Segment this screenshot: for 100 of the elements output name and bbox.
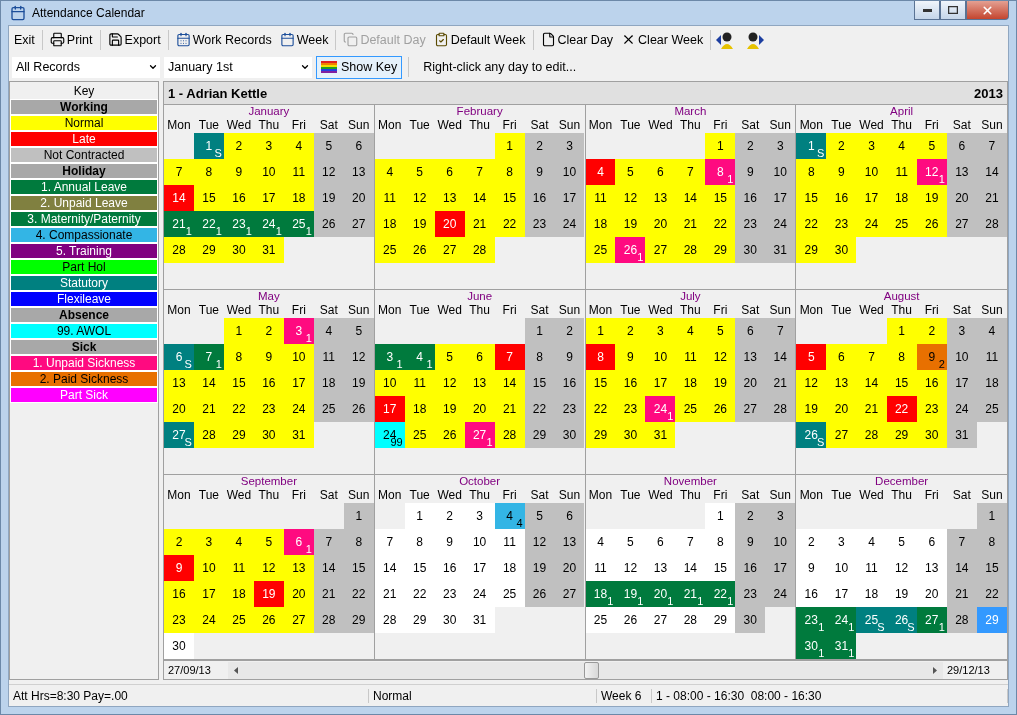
day-cell[interactable]: 4: [313, 318, 344, 344]
day-cell[interactable]: 15: [886, 370, 917, 396]
day-cell[interactable]: 6 1: [283, 529, 314, 555]
day-cell[interactable]: 5: [404, 159, 435, 185]
day-cell[interactable]: 21: [494, 396, 525, 422]
day-cell[interactable]: 5: [916, 133, 947, 159]
day-cell[interactable]: 19: [313, 185, 344, 211]
day-cell[interactable]: 19: [404, 211, 435, 237]
day-cell[interactable]: 27: [645, 237, 676, 263]
close-button[interactable]: [966, 1, 1009, 20]
day-cell[interactable]: 23: [434, 581, 465, 607]
day-cell[interactable]: 271: [916, 607, 947, 633]
day-cell[interactable]: 29: [796, 237, 827, 263]
day-cell[interactable]: 8: [796, 159, 827, 185]
day-cell[interactable]: 30: [164, 633, 194, 659]
day-cell[interactable]: 5: [615, 529, 646, 555]
day-cell[interactable]: 191: [615, 581, 646, 607]
toolbar-button[interactable]: Print: [46, 30, 96, 49]
day-cell[interactable]: 30: [434, 607, 465, 633]
day-cell[interactable]: 12: [253, 555, 284, 581]
day-cell[interactable]: 30: [826, 237, 857, 263]
day-cell[interactable]: 8: [404, 529, 435, 555]
day-cell[interactable]: 2499: [374, 422, 405, 448]
day-cell[interactable]: 17: [253, 185, 284, 211]
day-cell[interactable]: 11: [374, 185, 405, 211]
day-cell[interactable]: 11: [223, 555, 254, 581]
day-cell[interactable]: 14: [976, 159, 1007, 185]
day-cell[interactable]: 22: [886, 396, 917, 422]
day-cell[interactable]: 30: [253, 422, 284, 448]
day-cell[interactable]: 9: [615, 344, 646, 370]
day-cell[interactable]: 11: [585, 185, 616, 211]
day-cell[interactable]: 17: [765, 555, 796, 581]
day-cell[interactable]: 12: [705, 344, 736, 370]
day-cell[interactable]: 8: [223, 344, 254, 370]
day-cell[interactable]: 12: [343, 344, 374, 370]
day-cell[interactable]: 6: [946, 133, 977, 159]
day-cell[interactable]: 31: [253, 237, 284, 263]
day-cell[interactable]: 4: [886, 133, 917, 159]
day-cell[interactable]: 18: [313, 370, 344, 396]
day-cell[interactable]: 7: [765, 318, 796, 344]
day-cell[interactable]: 181: [585, 581, 616, 607]
day-cell[interactable]: 29: [343, 607, 374, 633]
day-cell[interactable]: 23: [554, 396, 585, 422]
day-cell[interactable]: 211: [675, 581, 706, 607]
day-cell[interactable]: 23: [524, 211, 555, 237]
day-cell[interactable]: 25: [313, 396, 344, 422]
day-cell[interactable]: 7: [374, 529, 405, 555]
day-cell[interactable]: 30: [615, 422, 646, 448]
day-cell[interactable]: 10: [826, 555, 857, 581]
day-cell[interactable]: 221: [705, 581, 736, 607]
day-cell[interactable]: 26: [524, 581, 555, 607]
day-cell[interactable]: 28: [464, 237, 495, 263]
day-cell[interactable]: 3 1: [374, 344, 405, 370]
day-cell[interactable]: 29: [705, 237, 736, 263]
day-cell[interactable]: 16: [554, 370, 585, 396]
day-cell[interactable]: 251: [283, 211, 314, 237]
day-cell[interactable]: 14: [946, 555, 977, 581]
day-cell[interactable]: 23: [735, 211, 766, 237]
day-cell[interactable]: 24: [856, 211, 887, 237]
day-cell[interactable]: 16: [916, 370, 947, 396]
day-cell[interactable]: 14: [675, 555, 706, 581]
toolbar-button[interactable]: Week: [276, 30, 332, 49]
day-cell[interactable]: 26S: [886, 607, 917, 633]
day-cell[interactable]: 1: [223, 318, 254, 344]
day-cell[interactable]: 18: [585, 211, 616, 237]
day-cell[interactable]: 8: [976, 529, 1007, 555]
day-cell[interactable]: 18: [223, 581, 254, 607]
day-cell[interactable]: 27: [735, 396, 766, 422]
day-cell[interactable]: 25: [374, 237, 405, 263]
day-cell[interactable]: 3: [645, 318, 676, 344]
day-cell[interactable]: 22: [343, 581, 374, 607]
day-cell[interactable]: 14: [193, 370, 224, 396]
day-cell[interactable]: 22: [585, 396, 616, 422]
day-cell[interactable]: 1: [494, 133, 525, 159]
day-cell[interactable]: 16: [223, 185, 254, 211]
day-cell[interactable]: 6: [464, 344, 495, 370]
day-cell[interactable]: 3: [765, 503, 796, 529]
day-cell[interactable]: 7: [164, 159, 194, 185]
day-cell[interactable]: 5: [524, 503, 555, 529]
day-cell[interactable]: 26: [343, 396, 374, 422]
day-cell[interactable]: 121: [916, 159, 947, 185]
day-cell[interactable]: 6: [645, 529, 676, 555]
day-cell[interactable]: 4: [856, 529, 887, 555]
maximize-button[interactable]: [940, 1, 966, 20]
day-cell[interactable]: 21: [374, 581, 405, 607]
day-cell[interactable]: 19: [434, 396, 465, 422]
day-cell[interactable]: 29: [193, 237, 224, 263]
day-cell[interactable]: 3: [946, 318, 977, 344]
day-cell[interactable]: 201: [645, 581, 676, 607]
day-cell[interactable]: 13: [164, 370, 194, 396]
day-cell[interactable]: 17: [856, 185, 887, 211]
day-cell[interactable]: 1 S: [193, 133, 224, 159]
day-cell[interactable]: 2: [253, 318, 284, 344]
toolbar-button[interactable]: Exit: [11, 30, 38, 49]
day-cell[interactable]: 4: [283, 133, 314, 159]
day-cell[interactable]: 13: [946, 159, 977, 185]
day-cell[interactable]: 9: [826, 159, 857, 185]
day-cell[interactable]: 20: [464, 396, 495, 422]
day-cell[interactable]: 23: [164, 607, 194, 633]
day-cell[interactable]: 6: [434, 159, 465, 185]
